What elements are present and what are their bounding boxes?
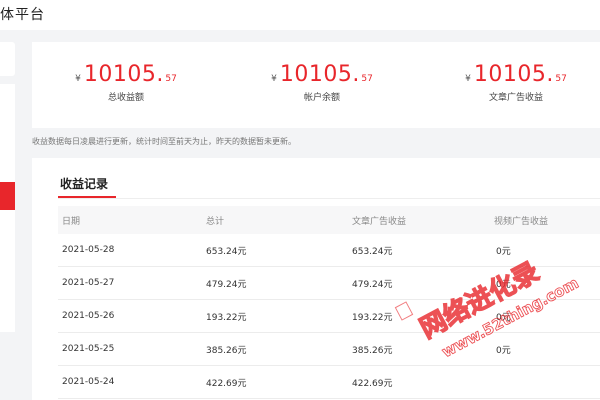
cell-video-ad: 0元 bbox=[496, 246, 511, 257]
currency-symbol: ¥ bbox=[465, 74, 471, 84]
cell-total: 193.22元 bbox=[206, 312, 247, 323]
cell-date: 2021-05-25 bbox=[62, 344, 115, 354]
stat-amount: ¥10105. 57 bbox=[75, 62, 177, 87]
cell-total: 653.24元 bbox=[206, 246, 247, 257]
update-notice: 收益数据每日凌晨进行更新，统计时间至前天为止，昨天的数据暂未更新。 bbox=[32, 137, 296, 146]
brand-title: 体平台 bbox=[0, 7, 45, 23]
stats-card: ¥10105. 57 总收益额 ¥10105. 57 帐户余额 ¥10105. 57 … bbox=[32, 42, 600, 128]
cell-total: 479.24元 bbox=[206, 279, 247, 290]
cell-date: 2021-05-24 bbox=[62, 377, 115, 387]
column-header-article-ad: 文章广告收益 bbox=[352, 216, 407, 227]
column-header-date: 日期 bbox=[62, 216, 81, 227]
amount-decimal: 57 bbox=[165, 74, 177, 84]
amount-integer: 10105 bbox=[473, 62, 547, 87]
income-records-panel: 收益记录 日期 总计 文章广告收益 视频广告收益 2021-05-28 653.… bbox=[32, 158, 600, 400]
cell-total: 422.69元 bbox=[206, 378, 247, 389]
amount-decimal: 57 bbox=[555, 74, 567, 84]
table-row: 2021-05-26 193.22元 193.22元 0元 bbox=[58, 300, 600, 333]
amount-decimal: 57 bbox=[361, 74, 373, 84]
cell-date: 2021-05-28 bbox=[62, 245, 115, 255]
stat-account-balance: ¥10105. 57 帐户余额 bbox=[242, 62, 402, 103]
table-row: 2021-05-24 422.69元 422.69元 bbox=[58, 366, 600, 399]
column-header-total: 总计 bbox=[206, 216, 225, 227]
stat-amount: ¥10105. 57 bbox=[271, 62, 373, 87]
cell-total: 385.26元 bbox=[206, 345, 247, 356]
table-header-row: 日期 总计 文章广告收益 视频广告收益 bbox=[58, 206, 600, 234]
table-row: 2021-05-27 479.24元 479.24元 0元 bbox=[58, 267, 600, 300]
cell-video-ad: 0元 bbox=[496, 345, 511, 356]
divider bbox=[58, 198, 600, 199]
table-row: 2021-05-25 385.26元 385.26元 0元 bbox=[58, 333, 600, 366]
cell-date: 2021-05-27 bbox=[62, 278, 115, 288]
amount-integer: 10105 bbox=[279, 62, 353, 87]
column-header-video-ad: 视频广告收益 bbox=[494, 216, 549, 227]
stat-total-income: ¥10105. 57 总收益额 bbox=[46, 62, 206, 103]
sidebar-top-block bbox=[0, 42, 15, 76]
cell-article-ad: 193.22元 bbox=[352, 312, 393, 323]
table-row: 2021-05-28 653.24元 653.24元 0元 bbox=[58, 234, 600, 267]
cell-article-ad: 653.24元 bbox=[352, 246, 393, 257]
cell-article-ad: 422.69元 bbox=[352, 378, 393, 389]
title-underline bbox=[58, 196, 116, 198]
currency-symbol: ¥ bbox=[75, 74, 81, 84]
cell-video-ad: 0元 bbox=[496, 312, 511, 323]
cell-video-ad: 0元 bbox=[496, 279, 511, 290]
currency-symbol: ¥ bbox=[271, 74, 277, 84]
cell-article-ad: 385.26元 bbox=[352, 345, 393, 356]
amount-integer: 10105 bbox=[83, 62, 157, 87]
stat-label: 文章广告收益 bbox=[488, 93, 543, 103]
top-bar: 体平台 bbox=[0, 0, 600, 30]
records-title: 收益记录 bbox=[60, 177, 109, 191]
stat-label: 总收益额 bbox=[107, 93, 144, 103]
stat-article-ad-income: ¥10105. 57 文章广告收益 bbox=[436, 62, 596, 103]
cell-article-ad: 479.24元 bbox=[352, 279, 393, 290]
stat-amount: ¥10105. 57 bbox=[465, 62, 567, 87]
cell-date: 2021-05-26 bbox=[62, 311, 115, 321]
sidebar-active-item[interactable] bbox=[0, 182, 15, 210]
sidebar bbox=[0, 84, 15, 332]
stat-label: 帐户余额 bbox=[303, 93, 340, 103]
income-table: 日期 总计 文章广告收益 视频广告收益 2021-05-28 653.24元 6… bbox=[58, 206, 600, 399]
